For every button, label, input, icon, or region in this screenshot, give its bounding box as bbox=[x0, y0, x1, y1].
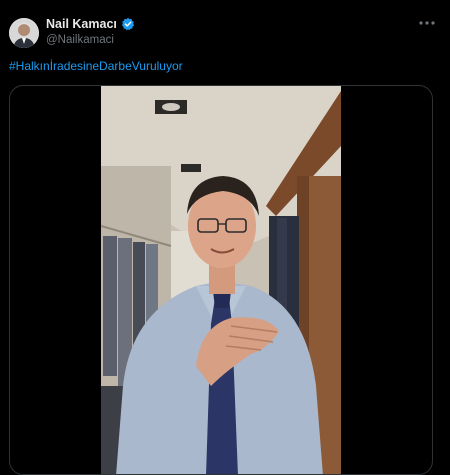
author-handle[interactable]: @Nailkamaci bbox=[46, 34, 114, 46]
more-icon[interactable] bbox=[418, 13, 436, 29]
author-display-name[interactable]: Nail Kamacı bbox=[46, 17, 117, 31]
video-frame[interactable] bbox=[101, 86, 341, 474]
author-avatar[interactable] bbox=[9, 18, 39, 48]
avatar-image bbox=[9, 18, 39, 48]
video-thumbnail bbox=[101, 86, 341, 474]
video-player[interactable] bbox=[9, 85, 433, 475]
tweet-card[interactable]: Nail Kamacı @Nailkamaci #Halkınİradesine… bbox=[0, 0, 450, 475]
verified-badge-icon bbox=[121, 17, 134, 31]
author-name-row: Nail Kamacı bbox=[46, 17, 135, 31]
hashtag-link[interactable]: #HalkınİradesineDarbeVuruluyor bbox=[9, 59, 183, 73]
